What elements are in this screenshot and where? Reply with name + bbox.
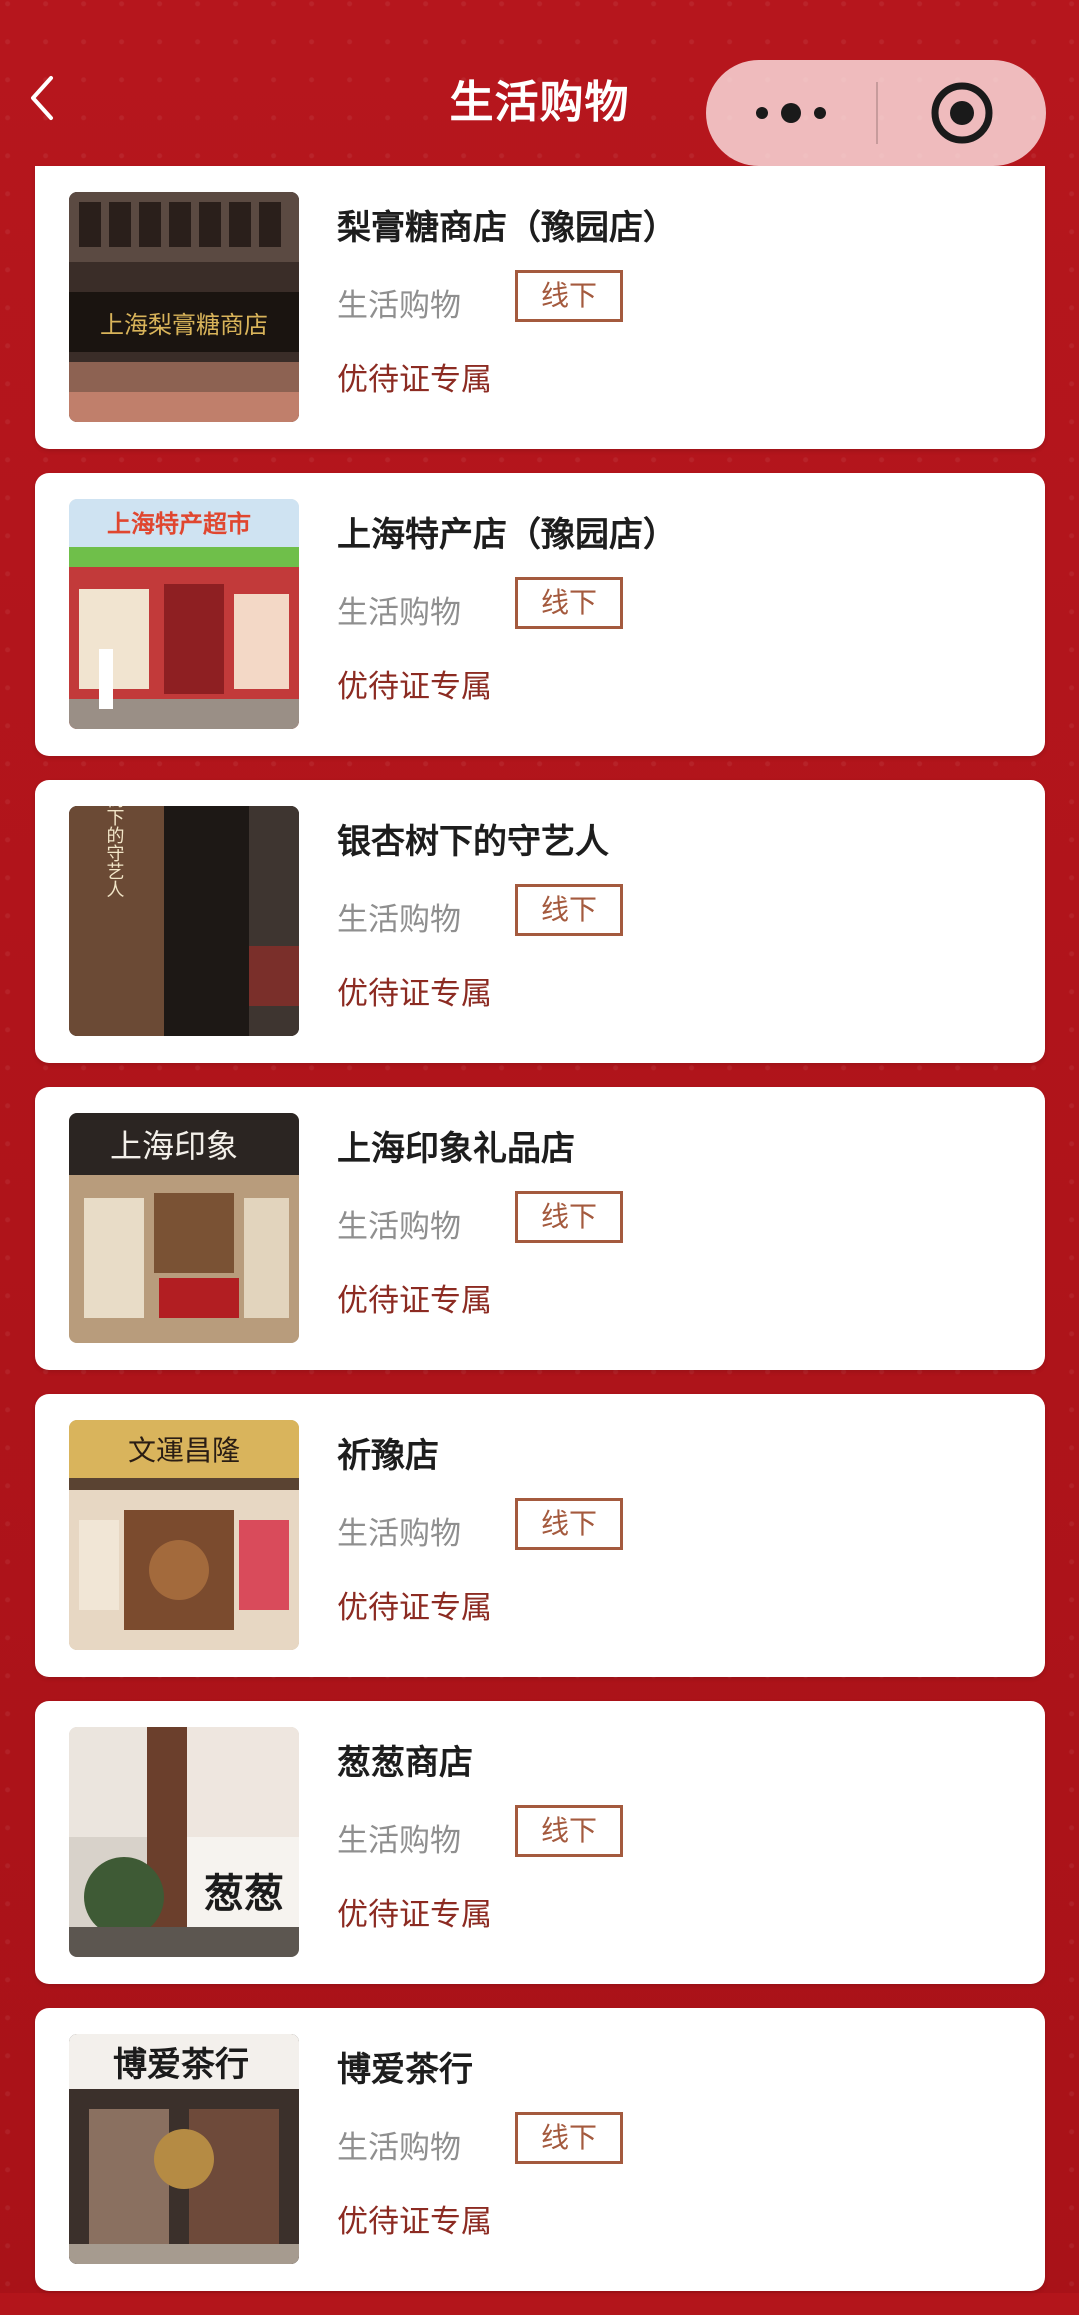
offline-tag: 线下	[515, 1805, 623, 1857]
mini-program-capsule	[706, 60, 1046, 166]
storefront-image: 银杏树下的守艺人	[69, 806, 299, 1036]
store-name: 祈豫店	[337, 1436, 439, 1476]
sign-text: 博爱茶行	[113, 2045, 249, 2085]
sign-text: 文運昌隆	[128, 1434, 240, 1467]
store-card[interactable]: 博爱茶行 博爱茶行 生活购物 线下 优待证专属	[35, 2008, 1045, 2291]
store-photo: 上海特产超市	[69, 499, 299, 729]
store-card[interactable]: 文運昌隆 祈豫店 生活购物 线下 优待证专属	[35, 1394, 1045, 1677]
store-card[interactable]: 上海特产超市 上海特产店（豫园店） 生活购物 线下 优待证专属	[35, 473, 1045, 756]
store-card[interactable]: 上海梨膏糖商店 梨膏糖商店（豫园店） 生活购物 线下 优待证专属	[35, 166, 1045, 449]
store-photo: 葱葱	[69, 1727, 299, 1957]
close-mini-program-button[interactable]	[878, 60, 1046, 166]
store-card[interactable]: 葱葱 葱葱商店 生活购物 线下 优待证专属	[35, 1701, 1045, 1984]
offline-tag: 线下	[515, 577, 623, 629]
store-photo: 上海梨膏糖商店	[69, 192, 299, 422]
store-name: 博爱茶行	[337, 2050, 473, 2090]
storefront-image: 文運昌隆	[69, 1420, 299, 1650]
perk-label: 优待证专属	[337, 669, 492, 705]
store-photo: 文運昌隆	[69, 1420, 299, 1650]
storefront-image: 葱葱	[69, 1727, 299, 1957]
offline-tag: 线下	[515, 2112, 623, 2164]
store-category: 生活购物	[337, 1516, 461, 1552]
store-name: 上海印象礼品店	[337, 1129, 575, 1169]
store-photo: 博爱茶行	[69, 2034, 299, 2264]
store-name: 上海特产店（豫园店）	[337, 515, 677, 555]
store-category: 生活购物	[337, 902, 461, 938]
perk-label: 优待证专属	[337, 362, 492, 398]
perk-label: 优待证专属	[337, 2204, 492, 2240]
sign-text: 上海特产超市	[107, 510, 251, 538]
store-category: 生活购物	[337, 595, 461, 631]
offline-tag: 线下	[515, 1191, 623, 1243]
store-name: 银杏树下的守艺人	[337, 822, 609, 862]
store-category: 生活购物	[337, 1823, 461, 1859]
store-card[interactable]: 上海印象 上海印象礼品店 生活购物 线下 优待证专属	[35, 1087, 1045, 1370]
store-name: 葱葱商店	[337, 1743, 473, 1783]
storefront-image: 博爱茶行	[69, 2034, 299, 2264]
more-dots-icon	[756, 103, 826, 123]
storefront-image: 上海印象	[69, 1113, 299, 1343]
sign-text: 上海印象	[110, 1127, 238, 1165]
store-photo: 银杏树下的守艺人	[69, 806, 299, 1036]
perk-label: 优待证专属	[337, 1590, 492, 1626]
target-icon	[931, 82, 993, 144]
sign-text: 葱葱	[204, 1871, 284, 1917]
store-name: 梨膏糖商店（豫园店）	[337, 208, 677, 248]
offline-tag: 线下	[515, 884, 623, 936]
storefront-image: 上海梨膏糖商店	[69, 192, 299, 422]
store-list: 上海梨膏糖商店 梨膏糖商店（豫园店） 生活购物 线下 优待证专属 上海特产超市	[35, 166, 1045, 2315]
store-category: 生活购物	[337, 2130, 461, 2166]
more-button[interactable]	[706, 60, 876, 166]
top-navigation-bar: 生活购物	[0, 0, 1079, 170]
sign-text: 上海梨膏糖商店	[100, 311, 268, 339]
storefront-image: 上海特产超市	[69, 499, 299, 729]
offline-tag: 线下	[515, 1498, 623, 1550]
store-photo: 上海印象	[69, 1113, 299, 1343]
store-card[interactable]: 银杏树下的守艺人 银杏树下的守艺人 生活购物 线下 优待证专属	[35, 780, 1045, 1063]
perk-label: 优待证专属	[337, 976, 492, 1012]
perk-label: 优待证专属	[337, 1283, 492, 1319]
perk-label: 优待证专属	[337, 1897, 492, 1933]
offline-tag: 线下	[515, 270, 623, 322]
store-category: 生活购物	[337, 1209, 461, 1245]
store-category: 生活购物	[337, 288, 461, 324]
sign-text: 银杏树下的守艺人	[104, 806, 125, 898]
